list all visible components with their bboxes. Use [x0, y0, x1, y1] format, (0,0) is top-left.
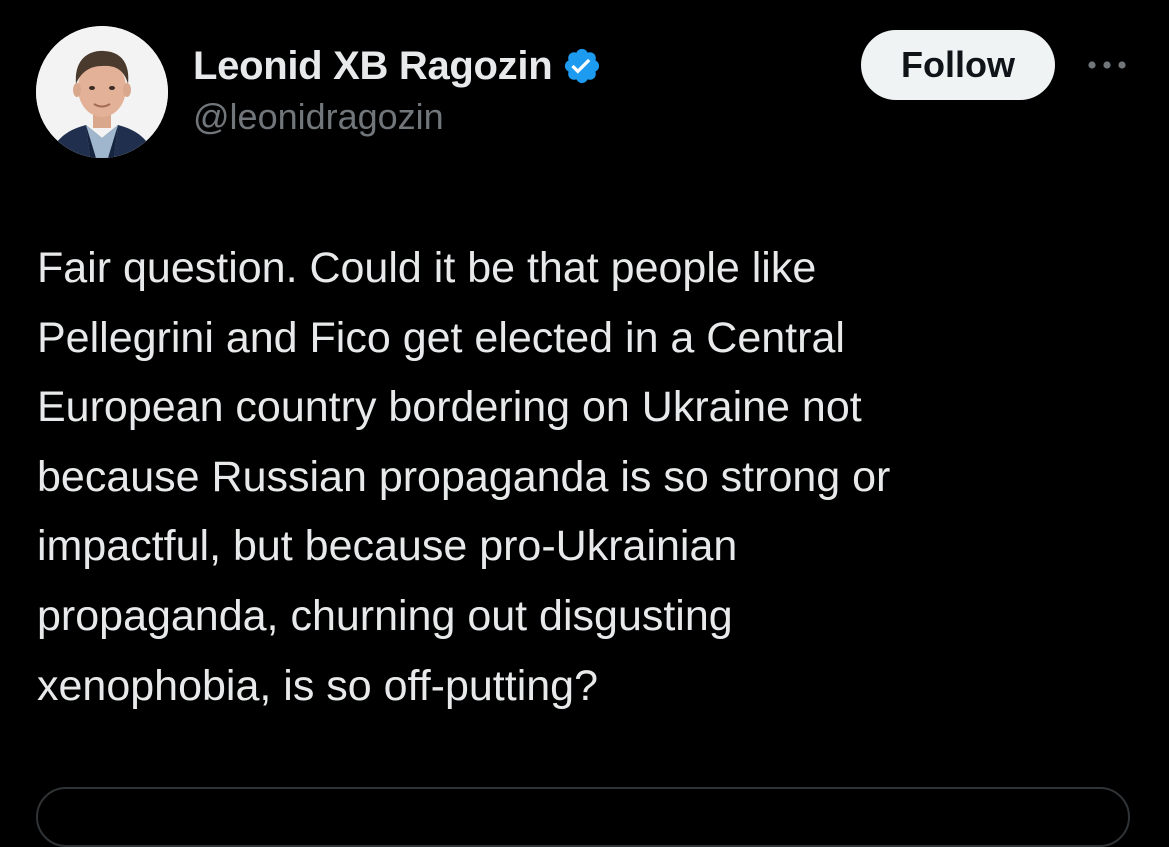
embedded-card[interactable]	[36, 787, 1130, 847]
tweet: Leonid XB Ragozin @leonidragozin Follow …	[0, 0, 1169, 847]
author-handle[interactable]: @leonidragozin	[193, 96, 602, 138]
more-horizontal-icon[interactable]	[1082, 50, 1132, 80]
author-display-name[interactable]: Leonid XB Ragozin	[193, 44, 553, 89]
verified-badge-icon	[562, 46, 602, 86]
avatar[interactable]	[36, 26, 168, 158]
avatar-photo	[36, 26, 168, 158]
author-identity: Leonid XB Ragozin @leonidragozin	[193, 40, 602, 138]
tweet-text: Fair question. Could it be that people l…	[37, 244, 891, 710]
name-row: Leonid XB Ragozin	[193, 40, 602, 92]
follow-button[interactable]: Follow	[861, 30, 1055, 100]
